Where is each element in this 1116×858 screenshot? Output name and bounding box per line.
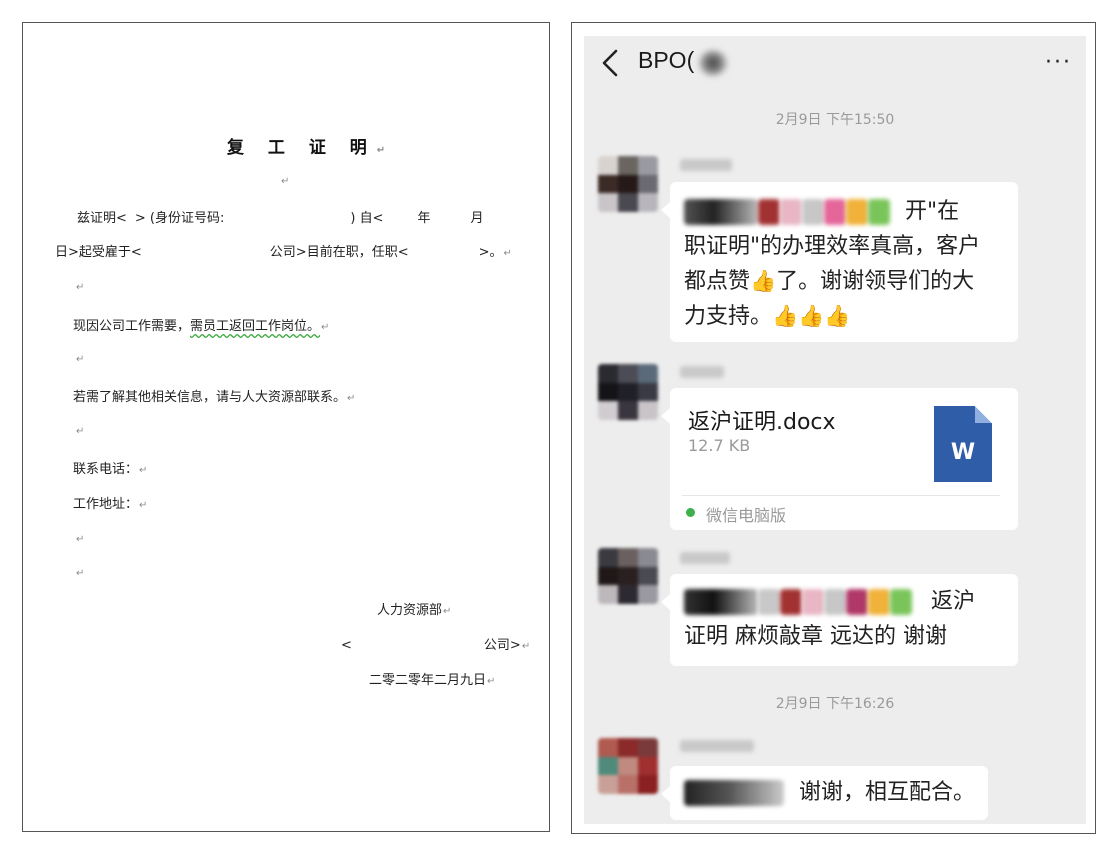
empty-paragraph-mark: ↵ — [76, 534, 85, 545]
chat-title: BPO( — [638, 47, 695, 73]
timestamp-2: 2月9日 下午16:26 — [775, 696, 895, 712]
message-1-text: 开"在 职证明"的办理效率真高，客户 都点赞👍了。谢谢领导们的大 力支持。👍👍👍 — [684, 199, 981, 329]
certify-line-2: 日>起受雇于< 公司>目前在职，任职< >。↵ — [55, 245, 512, 260]
contact-phone-line: 联系电话：↵ — [73, 462, 148, 477]
timestamp-1: 2月9日 下午15:50 — [775, 112, 895, 128]
more-options-icon[interactable]: ··· — [1045, 50, 1072, 75]
avatar[interactable] — [598, 364, 658, 420]
thumbs-up-emoji: 👍 — [750, 269, 777, 293]
document-page: 复 工 证 明↵ ↵ 兹证明< > (身份证号码:) 自< 年月 日>起受雇于< 公司… — [22, 22, 550, 832]
signature-department: 人力资源部↵ — [377, 603, 452, 618]
file-card-divider — [682, 495, 1000, 496]
file-message-card[interactable]: 返沪证明.docx 12.7 KB W 微信电脑版 — [661, 388, 1018, 530]
empty-paragraph-mark: ↵ — [76, 354, 85, 365]
message-bubble-3[interactable]: 返沪 证明 麻烦敲章 远达的 谢谢 — [661, 574, 1018, 666]
signature-date: 二零二零年二月九日↵ — [369, 673, 496, 688]
signature-company: < 公司>↵ — [341, 638, 531, 653]
wechat-pc-icon — [686, 508, 695, 517]
sender-name-redacted — [680, 740, 754, 752]
work-need-paragraph: 现因公司工作需要，需员工返回工作岗位。↵ — [73, 319, 330, 334]
empty-paragraph-mark: ↵ — [76, 568, 85, 579]
message-bubble-1[interactable]: 开"在 职证明"的办理效率真高，客户 都点赞👍了。谢谢领导们的大 力支持。👍👍👍 — [661, 182, 1018, 342]
chat-header: BPO( ··· — [584, 36, 1086, 92]
word-document-icon: W — [934, 406, 992, 482]
file-source-label: 微信电脑版 — [706, 506, 787, 525]
certify-line-1: 兹证明< > (身份证号码:) 自< 年月 — [77, 211, 484, 226]
chat-screen: BPO( ··· 2月9日 下午15:50 开"在 职证明"的办理效率真高，客户… — [584, 36, 1086, 824]
empty-paragraph-mark: ↵ — [76, 282, 85, 293]
sender-name-redacted — [680, 366, 724, 378]
back-icon[interactable] — [598, 48, 622, 78]
file-size: 12.7 KB — [688, 436, 751, 455]
sender-name-redacted — [680, 159, 732, 171]
empty-paragraph-mark: ↵ — [76, 426, 85, 437]
chat-title-redacted — [698, 50, 728, 76]
avatar[interactable] — [598, 738, 658, 794]
thumbs-up-emoji-row: 👍👍👍 — [772, 304, 851, 328]
phone-screenshot-frame: BPO( ··· 2月9日 下午15:50 开"在 职证明"的办理效率真高，客户… — [571, 22, 1096, 834]
avatar[interactable] — [598, 156, 658, 212]
message-4-text: 谢谢，相互配合。 — [684, 775, 975, 810]
file-name: 返沪证明.docx — [688, 410, 836, 435]
work-address-line: 工作地址：↵ — [73, 497, 148, 512]
message-bubble-4[interactable]: 谢谢，相互配合。 — [661, 766, 988, 820]
avatar[interactable] — [598, 548, 658, 604]
empty-paragraph-mark: ↵ — [281, 176, 290, 187]
message-3-text: 返沪 证明 麻烦敲章 远达的 谢谢 — [684, 589, 976, 649]
document-title: 复 工 证 明↵ — [227, 138, 395, 158]
hr-contact-paragraph: 若需了解其他相关信息，请与人大资源部联系。↵ — [73, 390, 356, 405]
sender-name-redacted — [680, 552, 730, 564]
